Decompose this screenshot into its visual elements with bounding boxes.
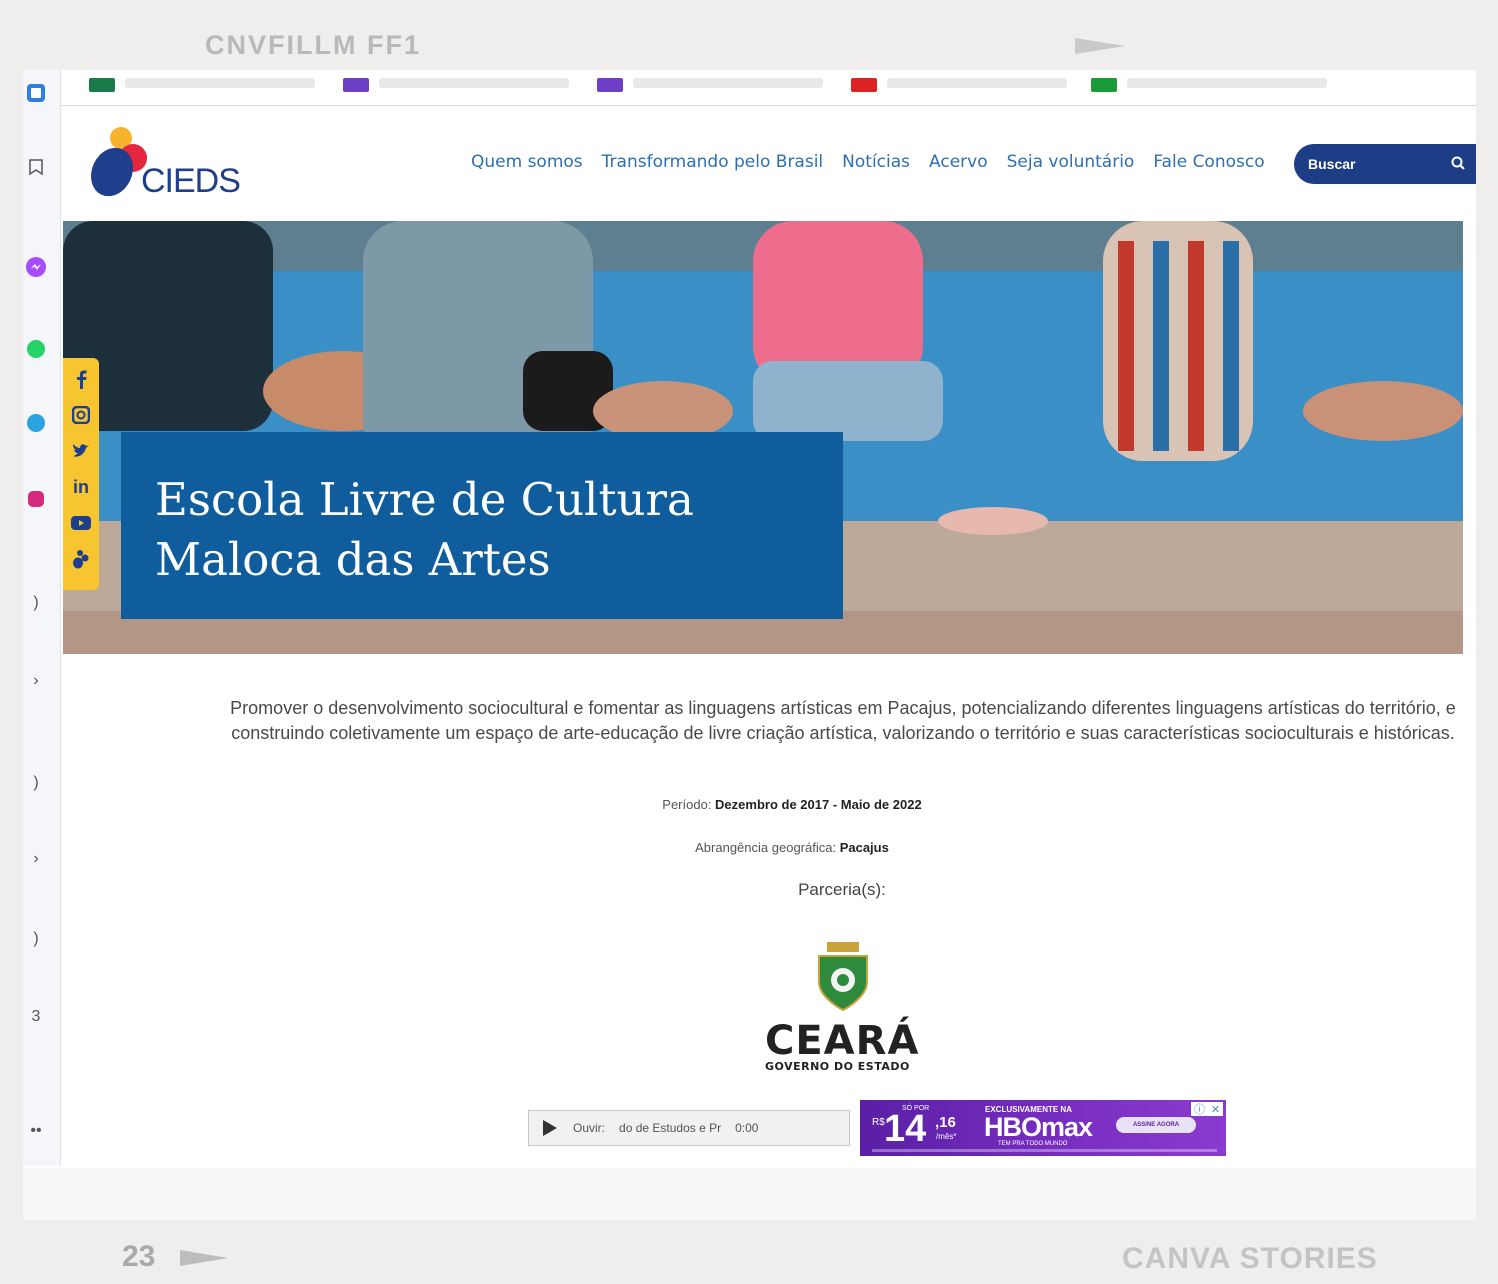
sidebar-item-icon[interactable]: ) bbox=[25, 772, 47, 794]
whatsapp-icon[interactable] bbox=[25, 338, 47, 360]
browser-sidebar: ) › ) › ) 3 •• bbox=[23, 70, 61, 1166]
ceara-name: CEARÁ bbox=[765, 1018, 920, 1064]
hero-title-line1: Escola Livre de Cultura bbox=[155, 473, 694, 526]
linkedin-icon[interactable]: in bbox=[70, 476, 92, 498]
hbomax-ad[interactable]: SÓ POR R$ 14 ,16 /mês* EXCLUSIVAMENTE NA… bbox=[860, 1100, 1226, 1156]
slide-page-number: 23 bbox=[122, 1240, 156, 1273]
instagram-icon[interactable] bbox=[70, 404, 92, 426]
bookmark-favicon-icon[interactable] bbox=[851, 78, 877, 92]
partners-label: Parceria(s): bbox=[798, 880, 886, 899]
ad-cents: ,16 bbox=[935, 1114, 956, 1131]
nav-acervo[interactable]: Acervo bbox=[929, 152, 988, 172]
sidebar-item-icon[interactable]: ) bbox=[25, 592, 47, 614]
scope-value: Pacajus bbox=[839, 840, 889, 855]
bookmark-label[interactable] bbox=[887, 78, 1067, 88]
hero-title-line2: Maloca das Artes bbox=[155, 533, 551, 586]
audio-time: 0:00 bbox=[735, 1121, 759, 1135]
sidebar-item-icon[interactable]: ) bbox=[25, 928, 47, 950]
search-icon[interactable] bbox=[1450, 155, 1466, 171]
bookmark-label[interactable] bbox=[633, 78, 823, 88]
bookmark-favicon-icon[interactable] bbox=[1091, 78, 1117, 92]
site-header: CIEDS Quem somos Transformando pelo Bras… bbox=[61, 106, 1476, 221]
adchoices-icon[interactable]: ⓘ bbox=[1194, 1101, 1205, 1117]
period-line: Período: Dezembro de 2017 - Maio de 2022 bbox=[23, 797, 1476, 812]
project-description: Promover o desenvolvimento sociocultural… bbox=[230, 698, 1456, 743]
app-icon[interactable] bbox=[25, 82, 47, 104]
more-icon[interactable]: •• bbox=[25, 1120, 47, 1142]
ad-cta-button[interactable]: ASSINE AGORA bbox=[1116, 1117, 1196, 1133]
period-value: Dezembro de 2017 - Maio de 2022 bbox=[715, 797, 922, 812]
ad-price: 14 bbox=[884, 1108, 927, 1150]
sidebar-item-icon[interactable]: 3 bbox=[25, 1006, 47, 1028]
bookmark-label[interactable] bbox=[1127, 78, 1327, 88]
ad-fine-print bbox=[872, 1149, 1217, 1152]
audio-player: Ouvir: do de Estudos e Pr 0:00 bbox=[528, 1110, 850, 1146]
cieds-logo[interactable]: CIEDS bbox=[79, 118, 241, 203]
bookmark-favicon-icon[interactable] bbox=[89, 78, 115, 92]
nav-seja-voluntario[interactable]: Seja voluntário bbox=[1007, 152, 1135, 172]
ceara-coat-of-arms-icon bbox=[818, 942, 868, 1012]
bookmarks-bar bbox=[61, 70, 1476, 106]
facebook-icon[interactable] bbox=[70, 368, 92, 390]
hero-title-box: Escola Livre de Cultura Maloca das Artes bbox=[121, 432, 843, 619]
instagram-app-icon[interactable] bbox=[25, 488, 47, 510]
bookmark-label[interactable] bbox=[379, 78, 569, 88]
telegram-icon[interactable] bbox=[25, 412, 47, 434]
ad-per: /mês* bbox=[936, 1132, 957, 1141]
screenshot-footer bbox=[23, 1168, 1476, 1220]
ad-brand: HBOmax bbox=[984, 1112, 1093, 1142]
search-input[interactable] bbox=[1308, 156, 1438, 172]
slide-bottom-label: CANVA STORIES bbox=[1122, 1242, 1378, 1275]
logo-text: CIEDS bbox=[141, 162, 241, 200]
scope-label: Abrangência geográfica: bbox=[695, 840, 840, 855]
nav-fale-conosco[interactable]: Fale Conosco bbox=[1153, 152, 1264, 172]
arrow-right-icon bbox=[180, 1250, 228, 1266]
hero-banner: Escola Livre de Cultura Maloca das Artes bbox=[63, 221, 1463, 654]
audio-label: Ouvir: bbox=[573, 1121, 606, 1135]
website-screenshot: ) › ) › ) 3 •• CIEDS Quem somos Transfor… bbox=[23, 70, 1476, 1220]
twitter-icon[interactable] bbox=[70, 440, 92, 462]
ad-brand-sub: TEM PRA TODO MUNDO bbox=[998, 1141, 1068, 1147]
social-bar: in bbox=[63, 358, 99, 590]
nav-transformando[interactable]: Transformando pelo Brasil bbox=[602, 152, 824, 172]
youtube-icon[interactable] bbox=[70, 512, 92, 534]
period-label: Período: bbox=[662, 797, 716, 812]
close-icon[interactable]: ✕ bbox=[1211, 1103, 1220, 1116]
chevron-right-icon[interactable]: › bbox=[25, 670, 47, 692]
nav-noticias[interactable]: Notícias bbox=[842, 152, 910, 172]
messenger-icon[interactable] bbox=[25, 256, 47, 278]
scope-line: Abrangência geográfica: Pacajus bbox=[23, 840, 1476, 855]
ceara-subtitle: GOVERNO DO ESTADO bbox=[765, 1060, 910, 1073]
search-box bbox=[1294, 144, 1476, 184]
hero-title: Escola Livre de Cultura Maloca das Artes bbox=[155, 470, 815, 590]
bookmark-favicon-icon[interactable] bbox=[597, 78, 623, 92]
audio-track: do de Estudos e Pr bbox=[619, 1121, 722, 1135]
slide-top-label: CNVFILLM FF1 bbox=[205, 30, 421, 60]
ad-close: ⓘ ✕ bbox=[1191, 1102, 1223, 1116]
main-nav: Quem somos Transformando pelo Brasil Not… bbox=[471, 152, 1284, 172]
arrow-right-icon bbox=[1075, 38, 1125, 54]
cieds-icon[interactable] bbox=[70, 548, 92, 570]
bookmark-label[interactable] bbox=[125, 78, 315, 88]
bookmark-favicon-icon[interactable] bbox=[343, 78, 369, 92]
ad-currency: R$ bbox=[872, 1117, 885, 1128]
bookmark-icon[interactable] bbox=[25, 156, 47, 178]
play-icon[interactable] bbox=[543, 1120, 557, 1136]
nav-quem-somos[interactable]: Quem somos bbox=[471, 152, 583, 172]
